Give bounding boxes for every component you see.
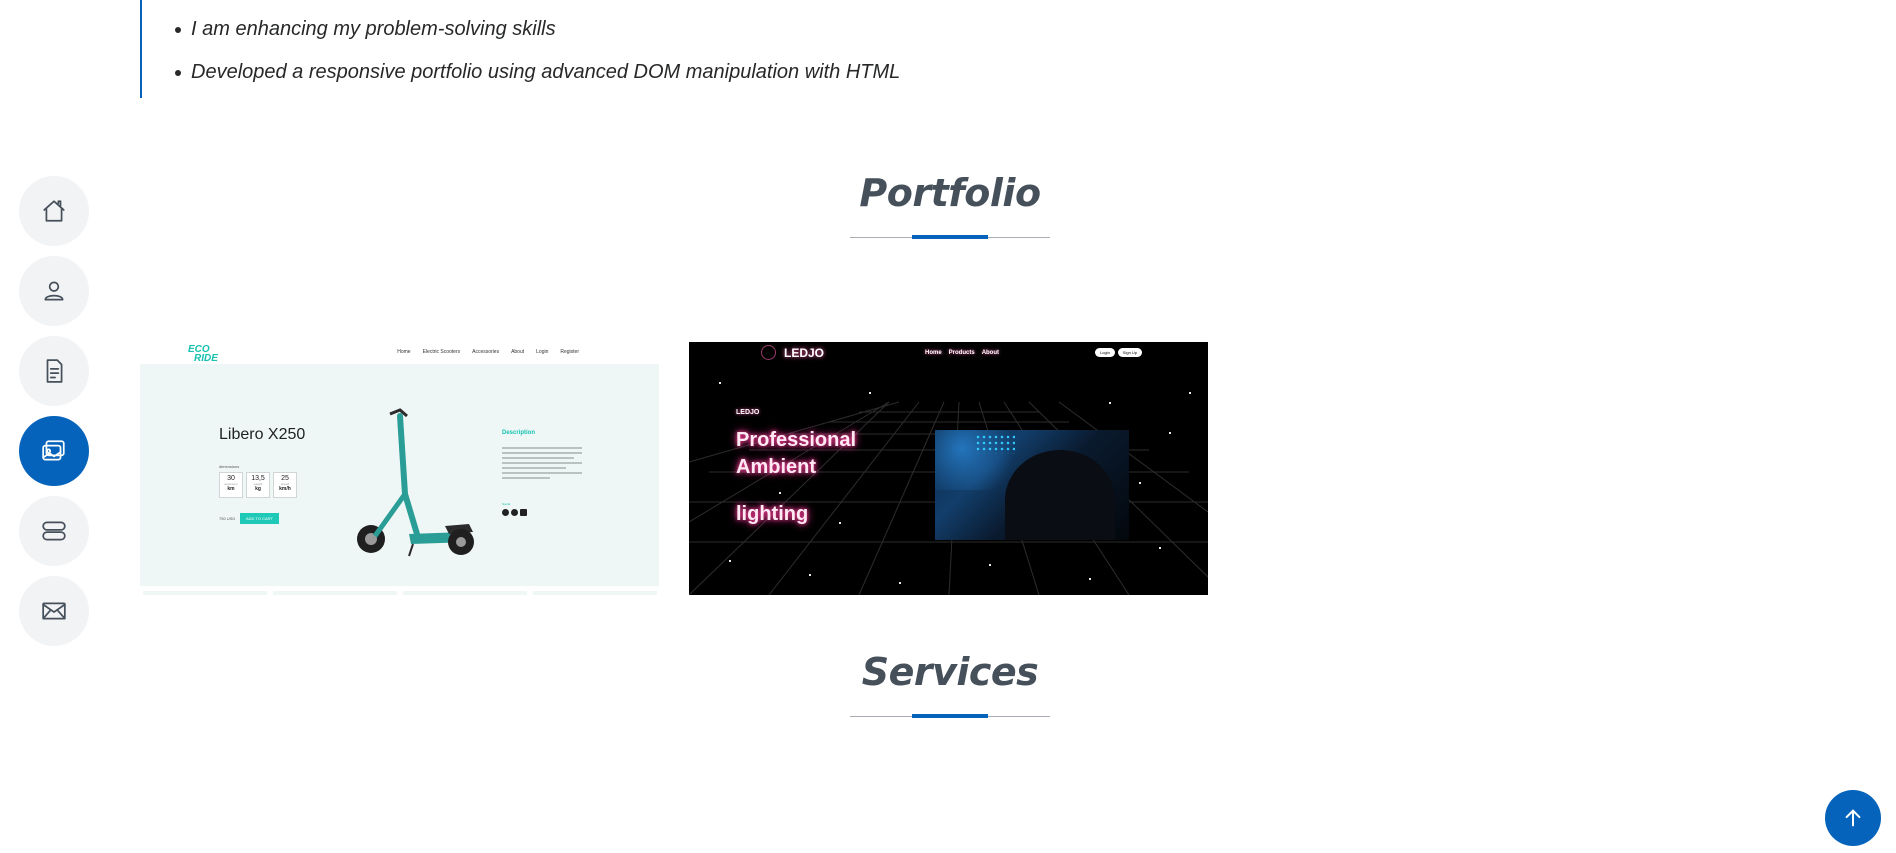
resume-bullet: I am enhancing my problem-solving skills bbox=[174, 14, 900, 44]
facebook-icon bbox=[502, 509, 509, 516]
eco-description-text bbox=[502, 447, 582, 482]
eco-model-name: Libero X250 bbox=[219, 426, 306, 443]
portfolio-title: Portfolio bbox=[859, 171, 1041, 215]
resume-bullet: Developed a responsive portfolio using a… bbox=[174, 57, 900, 87]
nav-portfolio-button[interactable] bbox=[19, 416, 89, 486]
ledjo-brand: LEDJO bbox=[784, 346, 825, 360]
services-title: Services bbox=[861, 650, 1039, 694]
eco-thumbnails bbox=[143, 591, 657, 595]
document-icon bbox=[46, 359, 63, 383]
eco-ride-logo: ECO RIDE bbox=[188, 344, 218, 364]
ledjo-menu-item: Products bbox=[948, 350, 975, 356]
eco-menu-item: Register bbox=[560, 349, 579, 355]
eco-menu-item: Login bbox=[536, 349, 549, 355]
ledjo-mini-brand: LEDJO bbox=[736, 409, 760, 416]
title-underline bbox=[850, 235, 1050, 239]
resume-bullet-list: I am enhancing my problem-solving skills… bbox=[174, 14, 900, 100]
nav-resume-button[interactable] bbox=[19, 336, 89, 406]
portfolio-item-ledjo[interactable]: LEDJO Home Products About Login Sign Up … bbox=[689, 342, 1208, 595]
eco-stats: 30 autonomy km 13,5 weight kg 25 speed k… bbox=[219, 472, 297, 498]
eco-stat: 25 speed km/h bbox=[273, 472, 297, 498]
ledjo-auth-buttons: Login Sign Up bbox=[1095, 348, 1143, 357]
ledjo-signup: Sign Up bbox=[1117, 348, 1143, 357]
ledjo-headline: Professional Ambient lighting bbox=[736, 429, 857, 525]
images-icon bbox=[42, 440, 65, 461]
portfolio-section-header: Portfolio bbox=[140, 169, 1760, 239]
portfolio-item-eco-ride[interactable]: ECO RIDE Home Electric Scooters Accessor… bbox=[140, 342, 659, 595]
title-underline bbox=[850, 714, 1050, 718]
back-to-top-button[interactable] bbox=[1825, 790, 1881, 846]
eco-add-to-cart: ADD TO CART bbox=[240, 513, 279, 524]
person-icon bbox=[44, 281, 64, 301]
ledjo-menu-item: Home bbox=[925, 350, 942, 356]
eco-menu-item: About bbox=[511, 349, 525, 355]
services-section-header: Services bbox=[140, 648, 1760, 718]
ledjo-login: Login bbox=[1095, 348, 1115, 357]
eco-menu-item: Home bbox=[397, 349, 411, 355]
ledjo-logo-icon bbox=[761, 345, 776, 360]
eco-menu-item: Accessories bbox=[472, 349, 500, 355]
eco-menu: Home Electric Scooters Accessories About… bbox=[397, 349, 579, 355]
eco-social-icons bbox=[502, 509, 527, 516]
nav-about-button[interactable] bbox=[19, 256, 89, 326]
arrow-up-icon bbox=[1845, 809, 1861, 827]
eco-menu-item: Electric Scooters bbox=[422, 349, 461, 355]
envelope-icon bbox=[42, 602, 66, 620]
eco-stat: 30 autonomy km bbox=[219, 472, 243, 498]
nav-home-button[interactable] bbox=[19, 176, 89, 246]
server-icon bbox=[42, 521, 66, 541]
eco-stat: 13,5 weight kg bbox=[246, 472, 270, 498]
ledjo-menu-item: About bbox=[981, 350, 1000, 356]
eco-price: 750 USD bbox=[219, 516, 236, 521]
resume-item-details: I am enhancing my problem-solving skills… bbox=[140, 0, 1040, 98]
nav-services-button[interactable] bbox=[19, 496, 89, 566]
scooter-image bbox=[357, 408, 474, 557]
youtube-icon bbox=[520, 509, 527, 516]
eco-dimensions-label: dimensions bbox=[219, 464, 240, 469]
nav-contact-button[interactable] bbox=[19, 576, 89, 646]
twitter-icon bbox=[511, 509, 518, 516]
eco-social-heading: Social bbox=[502, 502, 511, 506]
ledjo-hero-photo bbox=[935, 430, 1129, 540]
home-icon bbox=[43, 200, 65, 222]
eco-description-heading: Description bbox=[502, 430, 536, 436]
ledjo-menu: Home Products About bbox=[925, 350, 999, 356]
